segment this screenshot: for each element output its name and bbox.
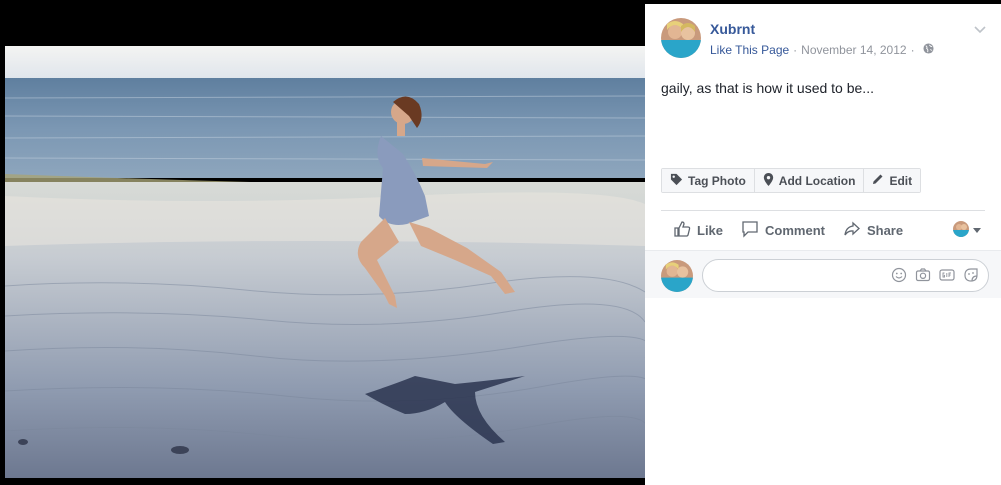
like-page-link[interactable]: Like This Page [710, 43, 789, 57]
share-label: Share [866, 222, 904, 238]
tag-icon [670, 173, 688, 189]
share-button[interactable]: Share [843, 220, 903, 241]
add-location-label: Add Location [778, 173, 856, 188]
photo-action-bar: Tag Photo Add Location Edit [661, 168, 922, 193]
like-label: Like [697, 222, 724, 238]
like-button[interactable]: Like [673, 220, 723, 241]
post-caption: gaily, as that is how it used to be... [661, 80, 874, 96]
edit-label: Edit [889, 173, 913, 188]
comment-bubble-icon [741, 220, 765, 241]
post-meta: Like This Page · November 14, 2012 · [710, 43, 934, 57]
sticker-icon[interactable] [963, 267, 979, 283]
post-date[interactable]: November 14, 2012 [801, 43, 906, 57]
photo-viewer [0, 0, 645, 485]
page-name-link[interactable]: Xubrnt [710, 21, 755, 37]
actor-avatar [953, 221, 969, 237]
caret-down-icon [973, 220, 981, 238]
add-location-button[interactable]: Add Location [753, 169, 864, 192]
divider [661, 210, 985, 211]
comment-button[interactable]: Comment [741, 220, 825, 241]
thumbs-up-icon [673, 220, 697, 241]
post-photo[interactable] [5, 46, 645, 478]
location-pin-icon [763, 172, 779, 189]
globe-icon[interactable] [923, 43, 934, 57]
comment-attachment-icons [891, 267, 979, 283]
post-options-chevron-icon[interactable] [973, 22, 987, 36]
reaction-actor-selector[interactable] [953, 220, 981, 238]
reaction-bar: Like Comment Share [661, 216, 985, 244]
edit-button[interactable]: Edit [863, 169, 921, 192]
camera-icon[interactable] [915, 267, 931, 283]
share-arrow-icon [843, 220, 867, 241]
meta-separator-2: · [910, 43, 915, 57]
gif-icon[interactable] [939, 267, 955, 283]
comment-composer [645, 250, 1001, 298]
commenter-avatar [661, 260, 693, 292]
comment-label: Comment [765, 222, 825, 238]
meta-separator: · [793, 43, 798, 57]
post-details-panel: Xubrnt Like This Page · November 14, 201… [645, 4, 1001, 485]
emoji-icon[interactable] [891, 267, 907, 283]
tag-photo-label: Tag Photo [688, 173, 746, 188]
page-avatar[interactable] [661, 18, 701, 58]
tag-photo-button[interactable]: Tag Photo [662, 169, 754, 192]
pencil-icon [872, 173, 889, 188]
